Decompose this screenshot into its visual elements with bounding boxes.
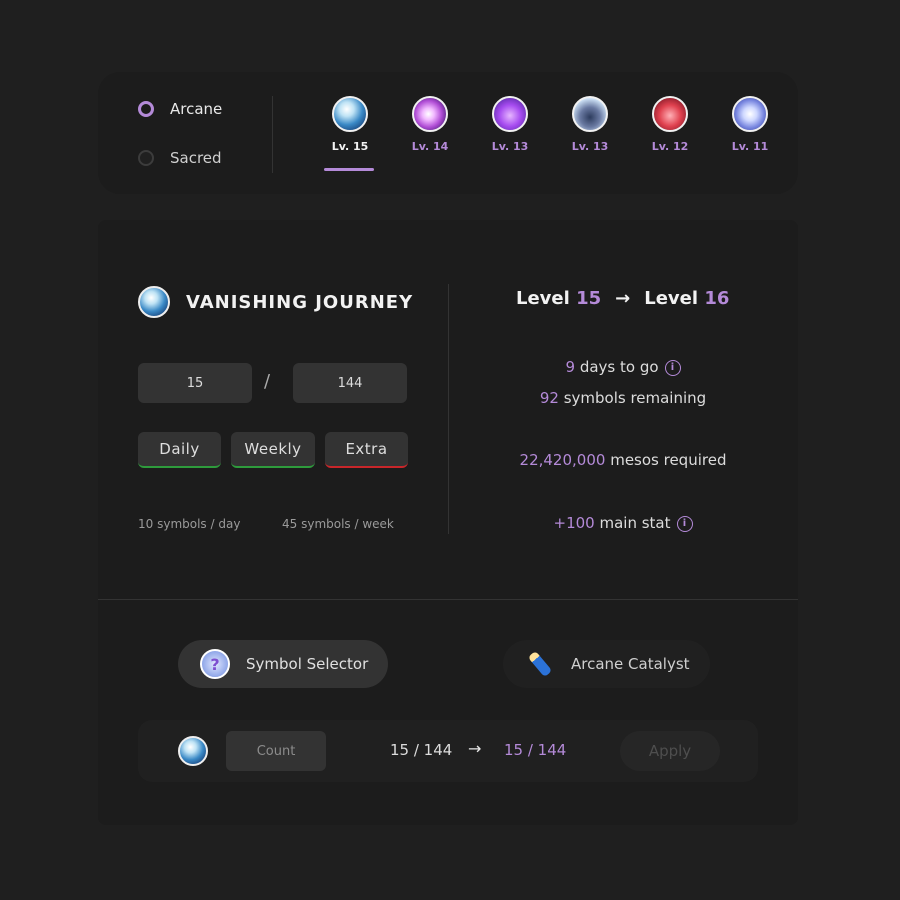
symbol-type-bar: Arcane Sacred Lv. 15 Lv. 14 Lv. 13 Lv. 1… bbox=[98, 72, 798, 194]
symbol-selector-label: Symbol Selector bbox=[246, 655, 369, 673]
arcana-icon bbox=[572, 96, 608, 132]
symbols-remaining: 92 symbols remaining bbox=[539, 389, 707, 407]
weekly-quest-toggle[interactable]: Weekly bbox=[231, 432, 315, 468]
tab-arcana[interactable]: Lv. 13 bbox=[550, 96, 630, 153]
progress-after: 15 / 144 bbox=[504, 741, 567, 759]
symbol-selector-button[interactable]: ? Symbol Selector bbox=[178, 640, 389, 688]
daily-rate: 10 symbols / day bbox=[138, 517, 241, 531]
info-icon[interactable]: i bbox=[664, 359, 681, 376]
extra-quest-toggle[interactable]: Extra bbox=[325, 432, 408, 468]
radio-arcane-label: Arcane bbox=[170, 100, 223, 118]
progress-before: 15 / 144 bbox=[390, 741, 453, 759]
count-separator: / bbox=[264, 371, 271, 392]
question-mark-icon: ? bbox=[200, 649, 230, 679]
section-divider bbox=[98, 599, 798, 600]
tab-level: Lv. 14 bbox=[411, 140, 449, 153]
arcane-catalyst-button[interactable]: Arcane Catalyst bbox=[503, 640, 710, 688]
catalyst-potion-icon bbox=[525, 649, 555, 679]
symbol-title: VANISHING JOURNEY bbox=[186, 291, 414, 313]
tab-level: Lv. 13 bbox=[571, 140, 609, 153]
radio-unselected-indicator bbox=[138, 150, 154, 166]
symbol-tabs: Lv. 15 Lv. 14 Lv. 13 Lv. 13 Lv. 12 Lv. 1… bbox=[310, 96, 790, 171]
tab-chu-chu[interactable]: Lv. 14 bbox=[390, 96, 470, 153]
count-input[interactable] bbox=[226, 731, 326, 771]
symbol-title-row: VANISHING JOURNEY bbox=[138, 286, 413, 318]
daily-quest-toggle[interactable]: Daily bbox=[138, 432, 221, 468]
tab-level: Lv. 11 bbox=[731, 140, 769, 153]
tab-lachelein[interactable]: Lv. 13 bbox=[470, 96, 550, 153]
column-divider bbox=[448, 284, 449, 534]
arrow-right-icon: → bbox=[468, 739, 482, 758]
tab-level: Lv. 15 bbox=[331, 140, 369, 153]
tab-morass[interactable]: Lv. 12 bbox=[630, 96, 710, 153]
tab-level: Lv. 13 bbox=[491, 140, 529, 153]
vanishing-journey-icon bbox=[138, 286, 170, 318]
next-level: Level 16 bbox=[644, 288, 730, 309]
apply-button[interactable]: Apply bbox=[620, 731, 720, 771]
symbol-detail-panel: VANISHING JOURNEY 15 / 144 Daily Weekly … bbox=[98, 220, 798, 825]
current-symbols-field[interactable]: 15 bbox=[138, 363, 252, 403]
tab-vanishing-journey[interactable]: Lv. 15 bbox=[310, 96, 390, 171]
radio-sacred[interactable]: Sacred bbox=[138, 149, 222, 167]
main-stat: +100 main stat i bbox=[448, 514, 798, 532]
arcane-catalyst-label: Arcane Catalyst bbox=[571, 655, 690, 673]
radio-selected-indicator bbox=[138, 101, 154, 117]
required-symbols-field[interactable]: 144 bbox=[293, 363, 407, 403]
morass-icon bbox=[652, 96, 688, 132]
weekly-rate: 45 symbols / week bbox=[282, 517, 394, 531]
toggle-divider bbox=[272, 96, 273, 173]
radio-sacred-label: Sacred bbox=[170, 149, 222, 167]
chu-chu-icon bbox=[412, 96, 448, 132]
tab-esfera[interactable]: Lv. 11 bbox=[710, 96, 790, 153]
level-progression: Level 15 → Level 16 bbox=[516, 288, 729, 309]
lachelein-icon bbox=[492, 96, 528, 132]
exchange-row: 15 / 144 → 15 / 144 Apply bbox=[138, 720, 758, 782]
current-level: Level 15 bbox=[516, 288, 602, 309]
radio-arcane[interactable]: Arcane bbox=[138, 100, 222, 118]
vanishing-journey-icon bbox=[332, 96, 368, 132]
esfera-icon bbox=[732, 96, 768, 132]
days-to-go: 9 days to go i bbox=[448, 358, 798, 376]
info-icon[interactable]: i bbox=[676, 515, 693, 532]
vanishing-journey-icon bbox=[178, 736, 208, 766]
mesos-required: 22,420,000 mesos required bbox=[519, 451, 727, 469]
arrow-right-icon: → bbox=[615, 288, 631, 309]
tab-level: Lv. 12 bbox=[651, 140, 689, 153]
